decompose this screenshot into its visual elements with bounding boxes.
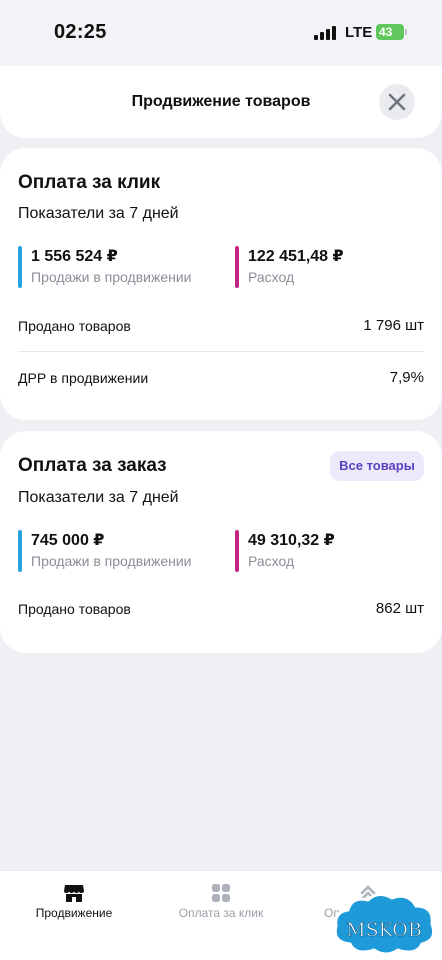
expense-bar	[235, 246, 239, 288]
svg-text:MSKOB: MSKOB	[346, 919, 422, 941]
expense-metric: 122 451,48 ₽ Расход	[235, 246, 425, 290]
signal-icon	[314, 26, 336, 40]
expense-label: Расход	[248, 553, 295, 569]
tab-cpc[interactable]: Оплата за клик	[170, 871, 272, 960]
card-subtitle: Показатели за 7 дней	[18, 489, 179, 506]
page-title: Продвижение товаров	[131, 93, 311, 110]
sales-value: 1 556 524 ₽	[31, 248, 118, 265]
close-button[interactable]	[379, 84, 415, 120]
sales-value: 745 000 ₽	[31, 532, 105, 549]
drr-value: 7,9%	[389, 369, 424, 386]
drr-label: ДРР в продвижении	[18, 370, 149, 386]
network-type: LTE	[345, 24, 373, 41]
sales-bar	[18, 246, 22, 288]
card-title: Оплата за клик	[18, 172, 161, 193]
storefront-icon	[64, 885, 84, 902]
divider	[18, 351, 424, 352]
sales-label: Продажи в продвижении	[31, 269, 192, 285]
sold-value: 1 796 шт	[363, 317, 424, 334]
status-time: 02:25	[54, 21, 107, 43]
status-bar: 02:25 LTE 43	[0, 0, 442, 66]
cpo-card[interactable]: Оплата за заказ Все товары Показатели за…	[0, 431, 442, 653]
sales-metric: 1 556 524 ₽ Продажи в продвижении	[18, 246, 218, 290]
sales-metric: 745 000 ₽ Продажи в продвижении	[18, 530, 218, 574]
sales-bar	[18, 530, 22, 572]
tab-label: Оплата за клик	[178, 906, 264, 920]
tab-label: Продвижение	[35, 906, 113, 920]
expense-value: 122 451,48 ₽	[248, 248, 344, 265]
battery-icon: 43	[376, 24, 407, 40]
expense-bar	[235, 530, 239, 572]
expense-label: Расход	[248, 269, 295, 285]
tab-promotion[interactable]: Продвижение	[22, 871, 126, 960]
sold-value: 862 шт	[375, 600, 424, 617]
sold-label: Продано товаров	[18, 318, 131, 334]
card-title: Оплата за заказ	[18, 455, 167, 476]
cpc-card[interactable]: Оплата за клик Показатели за 7 дней 1 55…	[0, 148, 442, 420]
modal-header: Продвижение товаров	[0, 66, 442, 138]
card-subtitle: Показатели за 7 дней	[18, 205, 179, 222]
sold-label: Продано товаров	[18, 601, 131, 617]
sales-label: Продажи в продвижении	[31, 553, 192, 569]
close-icon	[388, 93, 406, 111]
expense-value: 49 310,32 ₽	[248, 532, 335, 549]
grid-icon	[212, 884, 230, 902]
watermark-logo: MSKOB	[330, 890, 438, 956]
battery-level: 43	[379, 25, 393, 39]
expense-metric: 49 310,32 ₽ Расход	[235, 530, 425, 574]
all-products-badge[interactable]: Все товары	[330, 451, 424, 481]
